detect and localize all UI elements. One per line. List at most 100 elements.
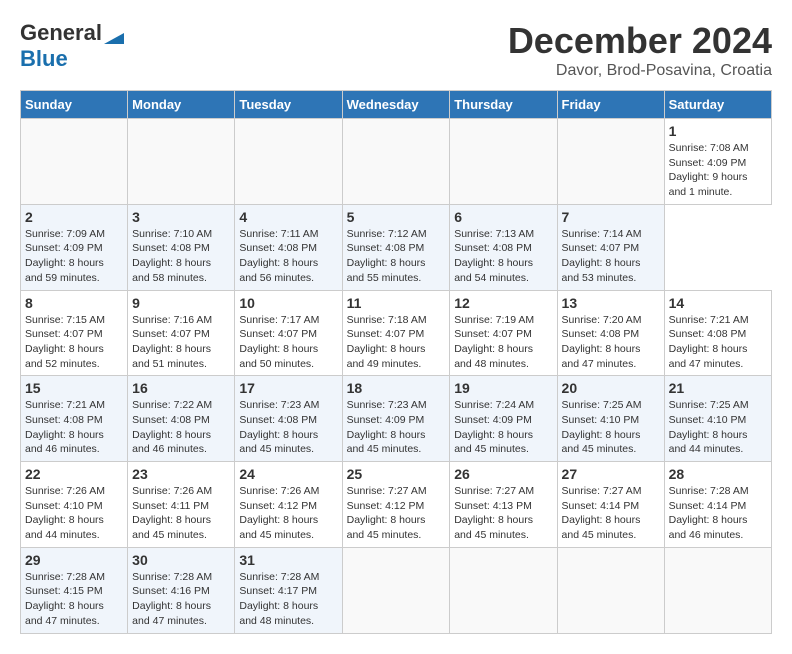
- calendar-cell: 12Sunrise: 7:19 AMSunset: 4:07 PMDayligh…: [450, 290, 557, 376]
- day-info: Sunrise: 7:25 AMSunset: 4:10 PMDaylight:…: [562, 398, 660, 457]
- header-monday: Monday: [128, 91, 235, 119]
- day-info: Sunrise: 7:23 AMSunset: 4:09 PMDaylight:…: [347, 398, 446, 457]
- calendar-cell: [450, 547, 557, 633]
- day-number: 18: [347, 380, 446, 396]
- logo-name: General Blue: [20, 20, 124, 72]
- day-info: Sunrise: 7:16 AMSunset: 4:07 PMDaylight:…: [132, 313, 230, 372]
- day-info: Sunrise: 7:28 AMSunset: 4:15 PMDaylight:…: [25, 570, 123, 629]
- day-info: Sunrise: 7:13 AMSunset: 4:08 PMDaylight:…: [454, 227, 552, 286]
- day-number: 22: [25, 466, 123, 482]
- calendar-week-row: 2 Sunrise: 7:09 AMSunset: 4:09 PMDaylight…: [21, 204, 772, 290]
- calendar-cell: [342, 547, 450, 633]
- calendar-cell: 24 Sunrise: 7:26 AMSunset: 4:12 PMDayligh…: [235, 462, 342, 548]
- day-info: Sunrise: 7:21 AMSunset: 4:08 PMDaylight:…: [669, 313, 767, 372]
- day-info: Sunrise: 7:21 AMSunset: 4:08 PMDaylight:…: [25, 398, 123, 457]
- calendar-week-row: 29 Sunrise: 7:28 AMSunset: 4:15 PMDayligh…: [21, 547, 772, 633]
- day-number: 21: [669, 380, 767, 396]
- month-title: December 2024: [508, 20, 772, 62]
- calendar-cell: [664, 547, 771, 633]
- calendar-cell: 8Sunrise: 7:15 AMSunset: 4:07 PMDaylight…: [21, 290, 128, 376]
- header-thursday: Thursday: [450, 91, 557, 119]
- day-number: 27: [562, 466, 660, 482]
- title-block: December 2024 Davor, Brod-Posavina, Croa…: [508, 20, 772, 80]
- day-number: 2: [25, 209, 123, 225]
- day-info: Sunrise: 7:27 AMSunset: 4:13 PMDaylight:…: [454, 484, 552, 543]
- day-info: Sunrise: 7:26 AMSunset: 4:11 PMDaylight:…: [132, 484, 230, 543]
- day-number: 29: [25, 552, 123, 568]
- calendar-cell: [342, 119, 450, 205]
- day-info: Sunrise: 7:28 AMSunset: 4:14 PMDaylight:…: [669, 484, 767, 543]
- day-number: 26: [454, 466, 552, 482]
- calendar-table: SundayMondayTuesdayWednesdayThursdayFrid…: [20, 90, 772, 634]
- day-number: 31: [239, 552, 337, 568]
- header-friday: Friday: [557, 91, 664, 119]
- day-info: Sunrise: 7:17 AMSunset: 4:07 PMDaylight:…: [239, 313, 337, 372]
- header-wednesday: Wednesday: [342, 91, 450, 119]
- day-info: Sunrise: 7:23 AMSunset: 4:08 PMDaylight:…: [239, 398, 337, 457]
- day-info: Sunrise: 7:25 AMSunset: 4:10 PMDaylight:…: [669, 398, 767, 457]
- calendar-cell: 2 Sunrise: 7:09 AMSunset: 4:09 PMDaylight…: [21, 204, 128, 290]
- day-number: 23: [132, 466, 230, 482]
- day-info: Sunrise: 7:10 AMSunset: 4:08 PMDaylight:…: [132, 227, 230, 286]
- day-number: 12: [454, 295, 552, 311]
- calendar-cell: [21, 119, 128, 205]
- calendar-cell: 21 Sunrise: 7:25 AMSunset: 4:10 PMDayligh…: [664, 376, 771, 462]
- day-number: 28: [669, 466, 767, 482]
- day-number: 24: [239, 466, 337, 482]
- logo-blue: Blue: [20, 46, 68, 71]
- calendar-week-row: 1Sunrise: 7:08 AMSunset: 4:09 PMDaylight…: [21, 119, 772, 205]
- calendar-cell: 15 Sunrise: 7:21 AMSunset: 4:08 PMDayligh…: [21, 376, 128, 462]
- day-number: 14: [669, 295, 767, 311]
- day-info: Sunrise: 7:14 AMSunset: 4:07 PMDaylight:…: [562, 227, 660, 286]
- day-number: 19: [454, 380, 552, 396]
- day-number: 25: [347, 466, 446, 482]
- day-number: 10: [239, 295, 337, 311]
- day-info: Sunrise: 7:18 AMSunset: 4:07 PMDaylight:…: [347, 313, 446, 372]
- day-number: 13: [562, 295, 660, 311]
- calendar-cell: [450, 119, 557, 205]
- calendar-cell: 30Sunrise: 7:28 AMSunset: 4:16 PMDayligh…: [128, 547, 235, 633]
- day-number: 9: [132, 295, 230, 311]
- day-number: 8: [25, 295, 123, 311]
- calendar-cell: 25 Sunrise: 7:27 AMSunset: 4:12 PMDayligh…: [342, 462, 450, 548]
- calendar-cell: 6Sunrise: 7:13 AMSunset: 4:08 PMDaylight…: [450, 204, 557, 290]
- calendar-cell: 19Sunrise: 7:24 AMSunset: 4:09 PMDayligh…: [450, 376, 557, 462]
- calendar-cell: 9 Sunrise: 7:16 AMSunset: 4:07 PMDaylight…: [128, 290, 235, 376]
- header-sunday: Sunday: [21, 91, 128, 119]
- logo: General Blue: [20, 20, 124, 72]
- day-number: 7: [562, 209, 660, 225]
- calendar-cell: [557, 119, 664, 205]
- day-info: Sunrise: 7:09 AMSunset: 4:09 PMDaylight:…: [25, 227, 123, 286]
- calendar-cell: 17Sunrise: 7:23 AMSunset: 4:08 PMDayligh…: [235, 376, 342, 462]
- calendar-header-row: SundayMondayTuesdayWednesdayThursdayFrid…: [21, 91, 772, 119]
- calendar-cell: 10 Sunrise: 7:17 AMSunset: 4:07 PMDayligh…: [235, 290, 342, 376]
- day-info: Sunrise: 7:22 AMSunset: 4:08 PMDaylight:…: [132, 398, 230, 457]
- logo-triangle-icon: [102, 22, 124, 44]
- calendar-cell: 28 Sunrise: 7:28 AMSunset: 4:14 PMDayligh…: [664, 462, 771, 548]
- calendar-cell: 7 Sunrise: 7:14 AMSunset: 4:07 PMDaylight…: [557, 204, 664, 290]
- day-info: Sunrise: 7:12 AMSunset: 4:08 PMDaylight:…: [347, 227, 446, 286]
- day-number: 3: [132, 209, 230, 225]
- header-saturday: Saturday: [664, 91, 771, 119]
- calendar-cell: 27Sunrise: 7:27 AMSunset: 4:14 PMDayligh…: [557, 462, 664, 548]
- calendar-cell: 14 Sunrise: 7:21 AMSunset: 4:08 PMDayligh…: [664, 290, 771, 376]
- calendar-cell: 23 Sunrise: 7:26 AMSunset: 4:11 PMDayligh…: [128, 462, 235, 548]
- calendar-cell: [557, 547, 664, 633]
- calendar-week-row: 22 Sunrise: 7:26 AMSunset: 4:10 PMDayligh…: [21, 462, 772, 548]
- day-info: Sunrise: 7:26 AMSunset: 4:10 PMDaylight:…: [25, 484, 123, 543]
- calendar-cell: [128, 119, 235, 205]
- day-info: Sunrise: 7:27 AMSunset: 4:12 PMDaylight:…: [347, 484, 446, 543]
- calendar-cell: 22 Sunrise: 7:26 AMSunset: 4:10 PMDayligh…: [21, 462, 128, 548]
- day-info: Sunrise: 7:28 AMSunset: 4:17 PMDaylight:…: [239, 570, 337, 629]
- calendar-cell: 3 Sunrise: 7:10 AMSunset: 4:08 PMDaylight…: [128, 204, 235, 290]
- header-tuesday: Tuesday: [235, 91, 342, 119]
- day-number: 15: [25, 380, 123, 396]
- calendar-cell: 11 Sunrise: 7:18 AMSunset: 4:07 PMDayligh…: [342, 290, 450, 376]
- day-number: 11: [347, 295, 446, 311]
- day-number: 20: [562, 380, 660, 396]
- day-info: Sunrise: 7:26 AMSunset: 4:12 PMDaylight:…: [239, 484, 337, 543]
- day-info: Sunrise: 7:08 AMSunset: 4:09 PMDaylight:…: [669, 141, 767, 200]
- calendar-week-row: 8Sunrise: 7:15 AMSunset: 4:07 PMDaylight…: [21, 290, 772, 376]
- day-number: 16: [132, 380, 230, 396]
- calendar-week-row: 15 Sunrise: 7:21 AMSunset: 4:08 PMDayligh…: [21, 376, 772, 462]
